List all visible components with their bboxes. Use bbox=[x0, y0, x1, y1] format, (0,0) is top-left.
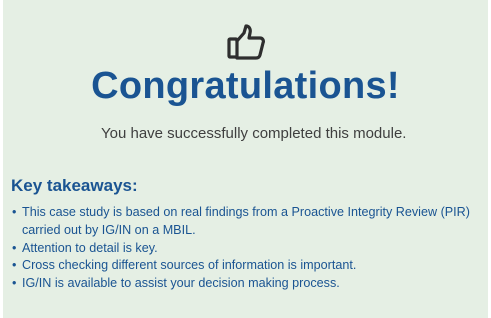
screen: Congratulations! You have successfully c… bbox=[0, 0, 491, 318]
list-item: Attention to detail is key. bbox=[11, 240, 485, 258]
list-item: Cross checking different sources of info… bbox=[11, 257, 485, 275]
completion-panel: Congratulations! You have successfully c… bbox=[3, 0, 488, 318]
page-title: Congratulations! bbox=[91, 65, 400, 107]
key-takeaways-heading: Key takeaways: bbox=[11, 176, 138, 195]
list-item: This case study is based on real finding… bbox=[11, 204, 485, 240]
list-item: IG/IN is available to assist your decisi… bbox=[11, 275, 485, 293]
key-takeaways-list: This case study is based on real finding… bbox=[11, 204, 485, 293]
completion-message: You have successfully completed this mod… bbox=[101, 125, 407, 142]
thumbs-up-icon bbox=[227, 24, 265, 60]
